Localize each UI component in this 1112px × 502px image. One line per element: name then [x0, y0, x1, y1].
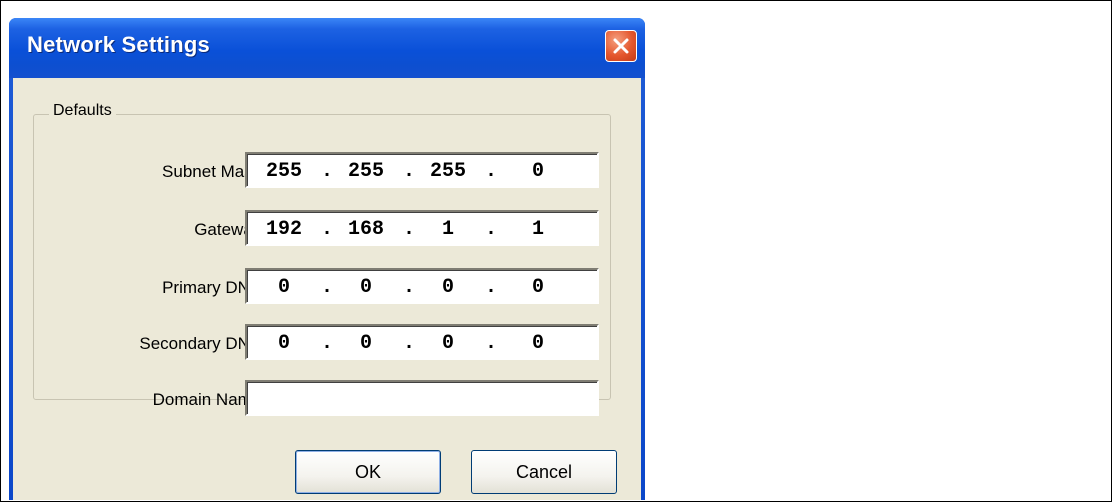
octet-separator: . — [485, 332, 498, 355]
octet-separator: . — [403, 160, 416, 183]
octet[interactable]: 0 — [509, 332, 567, 355]
octet[interactable]: 0 — [255, 276, 313, 299]
gateway-field[interactable]: 192 . 168 . 1 . 1 — [245, 210, 599, 246]
octet[interactable]: 0 — [255, 332, 313, 355]
octet-separator: . — [321, 332, 334, 355]
defaults-group-label: Defaults — [49, 102, 116, 120]
octet[interactable]: 255 — [337, 160, 395, 183]
close-button[interactable] — [605, 30, 637, 62]
octet[interactable]: 0 — [419, 332, 477, 355]
dialog-title: Network Settings — [27, 32, 210, 57]
subnet-mask-field[interactable]: 255 . 255 . 255 . 0 — [245, 152, 599, 188]
octet-separator: . — [485, 160, 498, 183]
octet[interactable]: 0 — [419, 276, 477, 299]
cancel-button[interactable]: Cancel — [471, 450, 617, 494]
octet-separator: . — [403, 276, 416, 299]
octet-separator: . — [321, 160, 334, 183]
octet[interactable]: 192 — [255, 218, 313, 241]
octet[interactable]: 0 — [337, 276, 395, 299]
octet[interactable]: 0 — [337, 332, 395, 355]
primary-dns-field[interactable]: 0 . 0 . 0 . 0 — [245, 268, 599, 304]
octet-separator: . — [403, 332, 416, 355]
octet[interactable]: 0 — [509, 276, 567, 299]
octet[interactable]: 255 — [255, 160, 313, 183]
octet-separator: . — [485, 276, 498, 299]
title-bar[interactable]: Network Settings — [9, 18, 645, 78]
close-icon — [613, 38, 629, 54]
octet[interactable]: 168 — [337, 218, 395, 241]
octet-separator: . — [321, 218, 334, 241]
octet-separator: . — [403, 218, 416, 241]
octet[interactable]: 1 — [509, 218, 567, 241]
ok-button[interactable]: OK — [295, 450, 441, 494]
dialog-client-area: Defaults Subnet Mask: 255 . 255 . 255 . … — [13, 78, 641, 500]
octet-separator: . — [485, 218, 498, 241]
octet[interactable]: 0 — [509, 160, 567, 183]
octet[interactable]: 255 — [419, 160, 477, 183]
octet-separator: . — [321, 276, 334, 299]
domain-name-input[interactable] — [245, 380, 599, 416]
secondary-dns-field[interactable]: 0 . 0 . 0 . 0 — [245, 324, 599, 360]
network-settings-dialog: Network Settings Defaults Subnet Mask: 2… — [9, 18, 645, 500]
octet[interactable]: 1 — [419, 218, 477, 241]
